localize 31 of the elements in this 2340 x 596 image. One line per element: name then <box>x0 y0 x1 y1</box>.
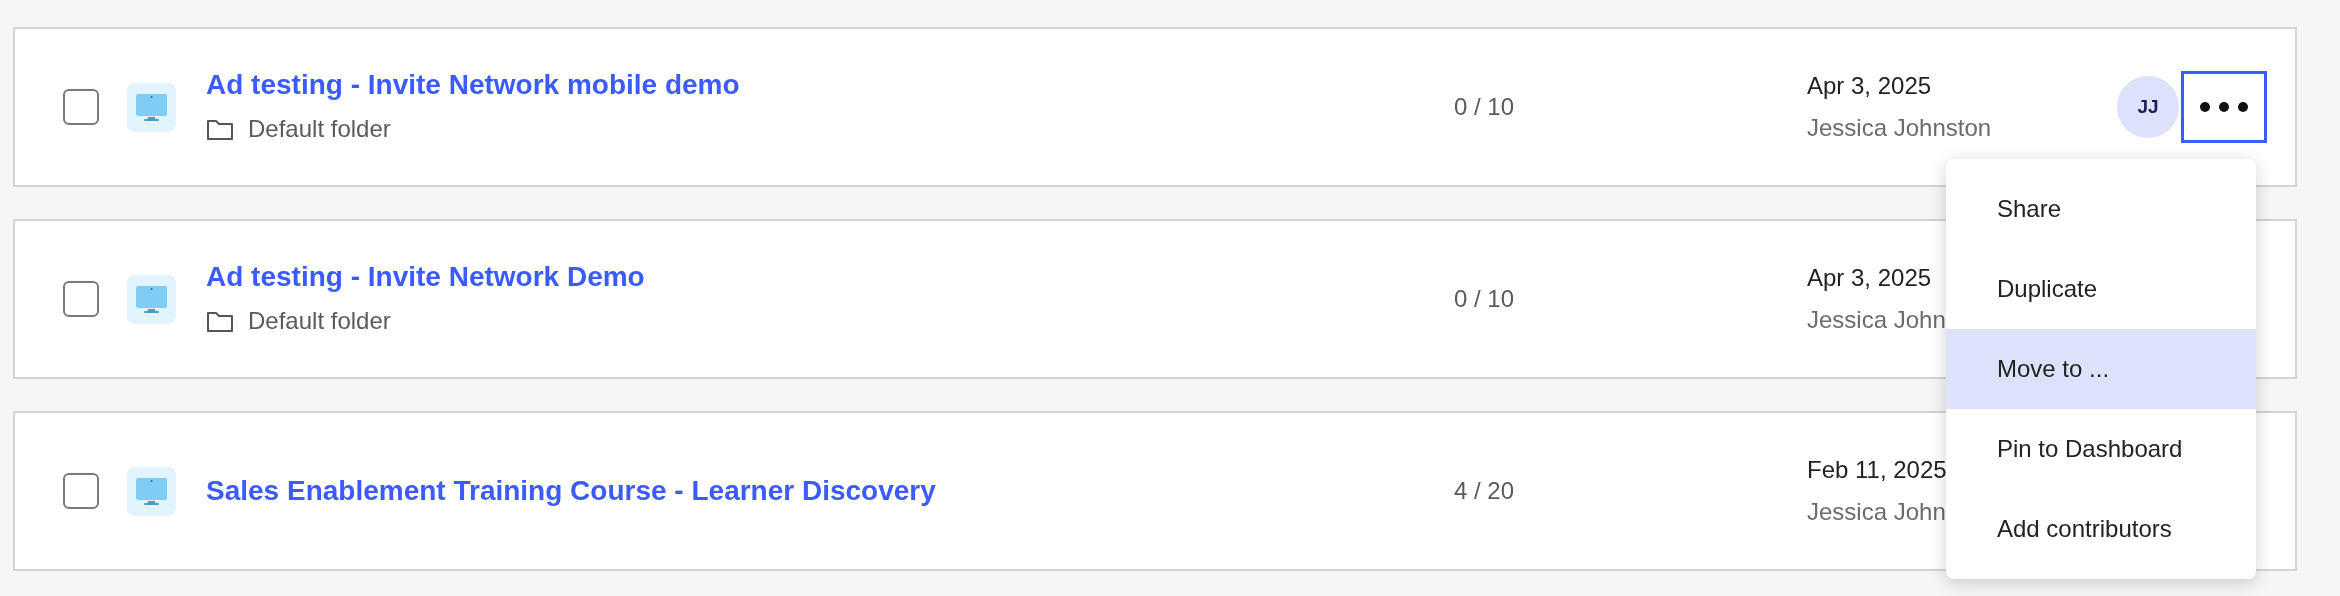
avatar: JJ <box>2117 76 2179 138</box>
checkbox[interactable] <box>63 281 99 317</box>
more-icon <box>2200 102 2248 112</box>
checkbox[interactable] <box>63 89 99 125</box>
folder-name: Default folder <box>248 306 391 336</box>
checkbox[interactable] <box>63 473 99 509</box>
menu-item[interactable]: Share <box>1946 169 2256 249</box>
study-title-link[interactable]: Ad testing - Invite Network Demo <box>206 259 1454 295</box>
study-title-link[interactable]: Sales Enablement Training Course - Learner Discovery <box>206 473 1454 509</box>
menu-item[interactable]: Duplicate <box>1946 249 2256 329</box>
folder-icon <box>206 117 234 141</box>
response-count: 4 / 20 <box>1454 476 1516 506</box>
response-count: 0 / 10 <box>1454 92 1516 122</box>
folder-name: Default folder <box>248 114 391 144</box>
menu-item[interactable]: Pin to Dashboard <box>1946 409 2256 489</box>
study-title-link[interactable]: Ad testing - Invite Network mobile demo <box>206 67 1454 103</box>
date-text: Apr 3, 2025 <box>1807 71 1932 101</box>
author-name: Jessica Johnston <box>1807 113 1992 143</box>
monitor-icon <box>127 82 176 132</box>
monitor-icon <box>127 274 176 324</box>
more-options-button[interactable] <box>2181 71 2267 143</box>
date-text: Feb 11, 2025 <box>1807 455 1947 485</box>
menu-item[interactable]: Move to ... <box>1946 329 2256 409</box>
author-name: Jessica John <box>1807 497 1946 527</box>
date-text: Apr 3, 2025 <box>1807 263 1932 293</box>
response-count: 0 / 10 <box>1454 284 1516 314</box>
menu-item[interactable]: Add contributors <box>1946 489 2256 569</box>
folder-icon <box>206 309 234 333</box>
monitor-icon <box>127 466 176 516</box>
author-name: Jessica John <box>1807 305 1946 335</box>
list-row[interactable]: Ad testing - Invite Network mobile demo Default folder 0 / 10 Apr 3, 2025 Jessica Johnston JJ <box>13 27 2297 187</box>
